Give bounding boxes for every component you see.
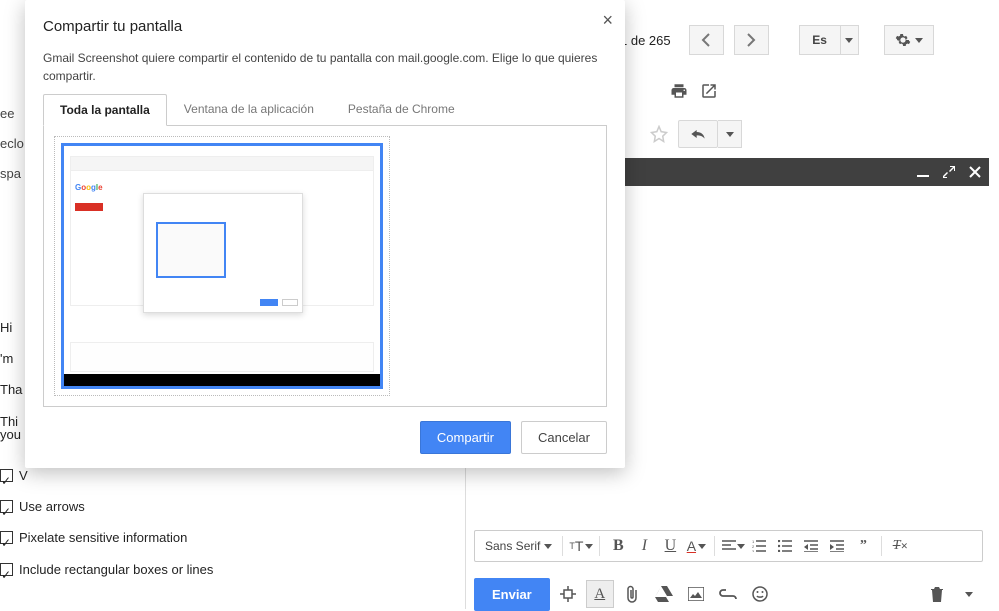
print-icon[interactable] — [670, 82, 688, 100]
attach-button[interactable] — [618, 580, 646, 608]
remove-format-button[interactable]: T✕ — [888, 534, 912, 558]
insert-photo-button[interactable] — [682, 580, 710, 608]
crop-tool-button[interactable] — [554, 580, 582, 608]
sidebar-peek-2: eclo — [0, 136, 24, 151]
paperclip-icon — [625, 585, 639, 603]
underline-button[interactable]: U — [658, 534, 682, 558]
language-button[interactable]: Es — [799, 25, 841, 55]
send-button[interactable]: Enviar — [474, 578, 550, 611]
quote-button[interactable]: ” — [851, 534, 875, 558]
share-screen-modal: × Compartir tu pantalla Gmail Screenshot… — [25, 0, 625, 468]
insert-emoji-button[interactable] — [746, 580, 774, 608]
tab-chrome-tab[interactable]: Pestaña de Chrome — [331, 93, 472, 125]
close-icon[interactable] — [969, 166, 981, 178]
discard-button[interactable] — [923, 580, 951, 608]
checklist-3: Include rectangular boxes or lines — [0, 554, 213, 585]
open-new-icon[interactable] — [700, 82, 718, 100]
trash-icon — [931, 586, 943, 602]
gear-icon — [895, 32, 911, 48]
modal-description: Gmail Screenshot quiere compartir el con… — [43, 49, 607, 85]
tab-entire-screen[interactable]: Toda la pantalla — [43, 94, 167, 126]
tab-app-window[interactable]: Ventana de la aplicación — [167, 93, 331, 125]
modal-close-button[interactable]: × — [602, 10, 613, 31]
font-size-button[interactable]: TT — [569, 534, 593, 558]
pagination-counter: 1 de 265 — [620, 33, 671, 48]
indent-more-button[interactable] — [825, 534, 849, 558]
numbered-list-button[interactable]: 123 — [747, 534, 771, 558]
settings-button[interactable] — [884, 25, 934, 55]
minimize-icon[interactable] — [917, 166, 929, 178]
indent-less-button[interactable] — [799, 534, 823, 558]
align-button[interactable] — [721, 534, 745, 558]
language-dropdown[interactable] — [841, 25, 859, 55]
bold-button[interactable]: B — [606, 534, 630, 558]
emoji-icon — [752, 586, 768, 602]
drive-button[interactable] — [650, 580, 678, 608]
italic-button[interactable]: I — [632, 534, 656, 558]
sidebar-peek-1: ee — [0, 106, 24, 121]
expand-icon[interactable] — [943, 166, 955, 178]
next-button[interactable] — [734, 25, 769, 55]
reply-button[interactable] — [678, 120, 718, 148]
screen-thumbnail[interactable]: Google — [54, 136, 390, 396]
font-family-select[interactable]: Sans Serif — [481, 539, 556, 553]
drive-icon — [655, 586, 673, 602]
sidebar-peek-3: spa — [0, 166, 24, 181]
more-options-button[interactable] — [955, 580, 983, 608]
svg-text:3: 3 — [752, 549, 755, 552]
text-color-button[interactable]: A — [684, 534, 708, 558]
star-icon[interactable] — [650, 125, 668, 143]
modal-title: Compartir tu pantalla — [43, 18, 607, 35]
reply-dropdown[interactable] — [718, 120, 742, 148]
format-toggle-button[interactable]: A — [586, 580, 614, 608]
checklist-2: Pixelate sensitive information — [0, 522, 213, 553]
reply-icon — [690, 128, 706, 140]
share-button[interactable]: Compartir — [420, 421, 511, 454]
link-icon — [719, 589, 737, 599]
insert-link-button[interactable] — [714, 580, 742, 608]
cancel-button[interactable]: Cancelar — [521, 421, 607, 454]
bullet-list-button[interactable] — [773, 534, 797, 558]
image-icon — [688, 587, 704, 601]
prev-button[interactable] — [689, 25, 724, 55]
formatting-toolbar: Sans Serif TT B I U A 123 ” T✕ — [474, 530, 983, 562]
checklist-1: Use arrows — [0, 491, 213, 522]
